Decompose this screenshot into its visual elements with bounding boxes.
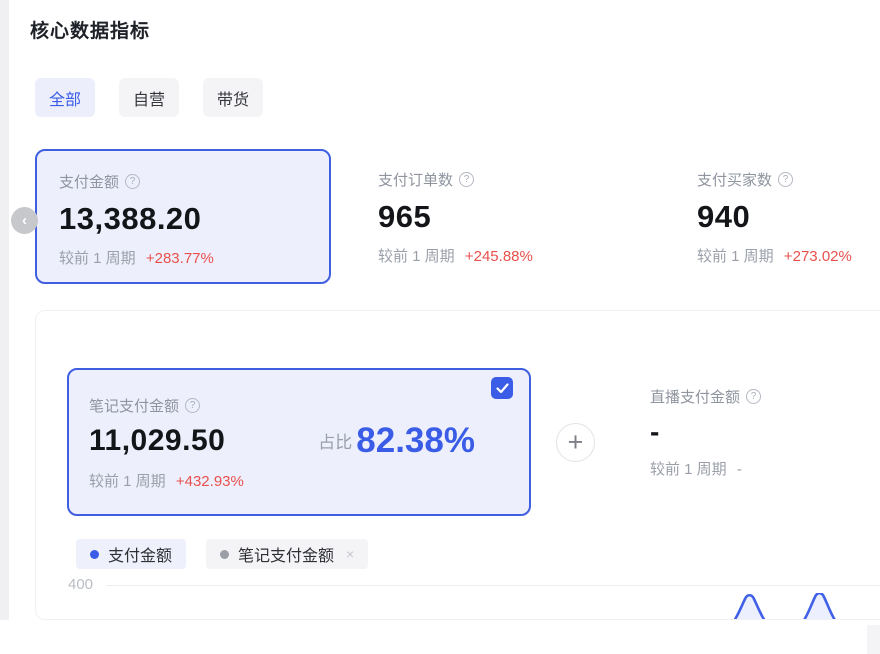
help-icon[interactable]: ?	[125, 174, 140, 189]
metric-value: 13,388.20	[59, 201, 307, 237]
chart-legend: 支付金额 笔记支付金额 ×	[76, 539, 368, 569]
metric-card-buyer-count[interactable]: 支付买家数 ? 940 较前 1 周期 +273.02%	[697, 151, 880, 266]
ratio-label: 占比	[318, 428, 352, 453]
line-chart-partial	[36, 593, 880, 620]
help-icon[interactable]: ?	[746, 389, 761, 404]
chart-gridline	[106, 585, 880, 586]
change-badge: +273.02%	[784, 248, 852, 265]
metric-card-payment-amount[interactable]: 支付金额 ? 13,388.20 较前 1 周期 +283.77%	[35, 149, 331, 284]
metric-label: 支付买家数	[697, 169, 772, 190]
compare-label: 较前 1 周期	[89, 473, 166, 490]
metric-compare: 较前 1 周期 +273.02%	[697, 245, 880, 266]
scrollbar-thumb[interactable]	[867, 625, 880, 654]
compare-label: 较前 1 周期	[697, 248, 774, 265]
legend-label: 支付金额	[108, 542, 172, 566]
page-left-edge	[0, 0, 9, 620]
legend-dot-gray	[220, 550, 229, 559]
metric-compare: 较前 1 周期 -	[650, 458, 870, 479]
legend-item-note-payment-amount[interactable]: 笔记支付金额 ×	[206, 539, 368, 569]
tab-label: 自营	[133, 86, 165, 110]
tab-affiliate[interactable]: 带货	[203, 78, 263, 117]
y-axis-tick: 400	[68, 576, 93, 593]
metric-label: 支付金额	[59, 171, 119, 192]
breakdown-card-note-payment[interactable]: 笔记支付金额 ? 11,029.50 占比 82.38% 较前 1 周期 +43…	[67, 368, 531, 516]
check-icon	[496, 383, 509, 394]
breakdown-chart-panel: 笔记支付金额 ? 11,029.50 占比 82.38% 较前 1 周期 +43…	[35, 310, 880, 620]
help-icon[interactable]: ?	[185, 398, 200, 413]
metric-label: 笔记支付金额	[89, 395, 179, 416]
compare-label: 较前 1 周期	[378, 248, 455, 265]
tab-label: 全部	[49, 86, 81, 110]
plus-icon: +	[568, 429, 584, 456]
change-badge: -	[737, 461, 742, 478]
compare-label: 较前 1 周期	[650, 461, 727, 478]
tab-self-operated[interactable]: 自营	[119, 78, 179, 117]
tab-all[interactable]: 全部	[35, 78, 95, 117]
ratio-block: 占比 82.38%	[318, 423, 509, 458]
metric-compare: 较前 1 周期 +432.93%	[89, 470, 509, 491]
tab-label: 带货	[217, 86, 249, 110]
note-payment-checkbox[interactable]	[491, 377, 513, 399]
metric-value: -	[650, 416, 870, 448]
metric-compare: 较前 1 周期 +245.88%	[378, 245, 628, 266]
metric-compare: 较前 1 周期 +283.77%	[59, 247, 307, 268]
metric-card-order-count[interactable]: 支付订单数 ? 965 较前 1 周期 +245.88%	[378, 151, 628, 266]
add-metric-button[interactable]: +	[556, 423, 595, 462]
scope-tabs: 全部 自营 带货	[35, 78, 263, 117]
metric-value: 940	[697, 199, 880, 235]
metric-label: 支付订单数	[378, 169, 453, 190]
change-badge: +245.88%	[465, 248, 533, 265]
legend-item-payment-amount[interactable]: 支付金额	[76, 539, 186, 569]
carousel-prev-button[interactable]: ‹	[11, 207, 38, 234]
legend-label: 笔记支付金额	[238, 542, 334, 566]
legend-dot-blue	[90, 550, 99, 559]
help-icon[interactable]: ?	[778, 172, 793, 187]
metric-label: 直播支付金额	[650, 386, 740, 407]
close-icon[interactable]: ×	[346, 546, 354, 562]
change-badge: +283.77%	[146, 250, 214, 267]
metric-value: 965	[378, 199, 628, 235]
compare-label: 较前 1 周期	[59, 250, 136, 267]
breakdown-card-live-payment[interactable]: 直播支付金额 ? - 较前 1 周期 -	[650, 386, 870, 479]
chevron-left-icon: ‹	[22, 212, 27, 229]
change-badge: +432.93%	[176, 473, 244, 490]
ratio-value: 82.38%	[356, 423, 475, 458]
help-icon[interactable]: ?	[459, 172, 474, 187]
metric-value: 11,029.50	[89, 424, 225, 458]
page-title: 核心数据指标	[30, 16, 150, 43]
